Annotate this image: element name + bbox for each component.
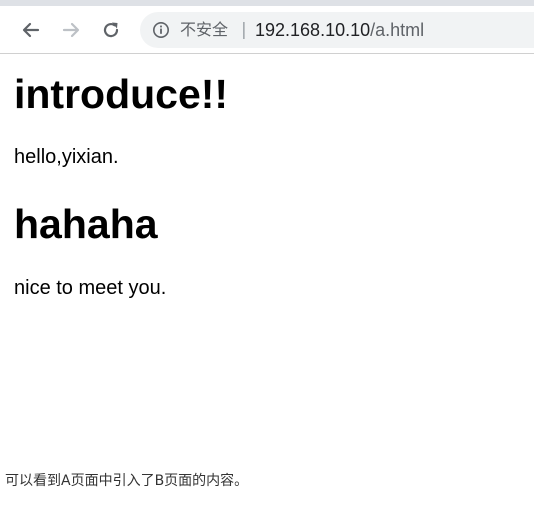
paragraph-hello: hello,yixian. — [14, 146, 119, 168]
browser-toolbar: 不安全 | 192.168.10.10/a.html — [0, 6, 534, 54]
url-text[interactable]: 192.168.10.10/a.html — [255, 19, 424, 41]
forward-arrow-icon — [62, 22, 80, 38]
url-host: 192.168.10.10 — [255, 20, 371, 40]
heading-hahaha: hahaha — [14, 201, 158, 247]
back-arrow-icon — [22, 22, 40, 38]
caption-text: 可以看到A页面中引入了B页面的内容。 — [5, 473, 249, 489]
info-icon[interactable] — [152, 21, 170, 39]
reload-button[interactable] — [97, 16, 125, 44]
back-button[interactable] — [17, 16, 45, 44]
reload-icon — [103, 22, 119, 38]
paragraph-nice: nice to meet you. — [14, 277, 167, 299]
forward-button[interactable] — [57, 16, 85, 44]
address-bar[interactable]: 不安全 | 192.168.10.10/a.html — [140, 12, 534, 48]
security-status-label[interactable]: 不安全 — [180, 19, 228, 41]
heading-introduce: introduce!! — [14, 71, 229, 117]
address-separator: | — [241, 20, 247, 40]
url-path: /a.html — [370, 20, 425, 40]
